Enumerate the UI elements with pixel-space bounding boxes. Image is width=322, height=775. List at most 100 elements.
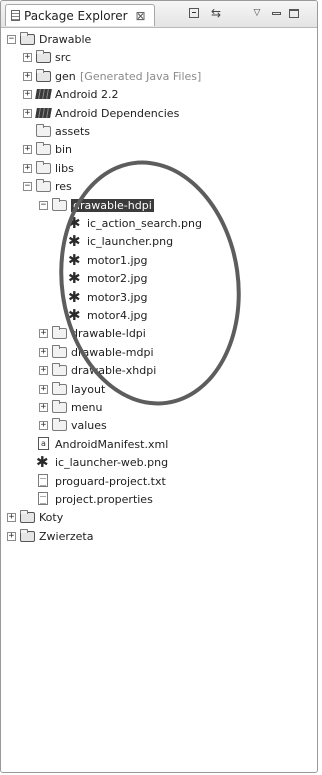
tree-item[interactable]: + Android Dependencies (1, 105, 317, 122)
expand-icon[interactable]: + (39, 421, 48, 431)
folder-icon (52, 363, 67, 377)
tree-item-label: values (71, 419, 107, 433)
folder-icon (52, 197, 67, 211)
tree-item-label: ic_action_search.png (87, 217, 202, 230)
tree-item[interactable]: proguard-project.txt (1, 473, 317, 490)
minimize-icon[interactable] (269, 7, 283, 19)
tree-item-label: bin (55, 143, 73, 157)
tree-item-label: drawable-hdpi (71, 198, 154, 212)
expand-icon[interactable]: + (39, 384, 48, 394)
project-tree: − Drawable + src + gen [Generated Java Files] +… (1, 31, 317, 772)
tree-item[interactable]: ✱ motor2.jpg (1, 270, 317, 287)
tree-item-label: layout (71, 382, 106, 396)
expand-icon[interactable]: + (23, 71, 32, 81)
tree-item[interactable]: − Drawable (1, 31, 317, 48)
package-folder-icon (36, 50, 51, 64)
tree-item[interactable]: + drawable-mdpi (1, 344, 317, 361)
tree-item-label: drawable-mdpi (71, 345, 154, 359)
tree-item[interactable]: + libs (1, 160, 317, 177)
tree-item[interactable]: project.properties (1, 491, 317, 508)
tree-item-label: motor2.jpg (87, 272, 148, 286)
tree-item-label: AndroidManifest.xml (55, 437, 169, 451)
folder-icon (36, 179, 51, 193)
close-icon[interactable]: ⊠ (136, 9, 146, 23)
tree-item-label: src (55, 51, 72, 65)
link-with-editor-icon[interactable]: ⇆ (209, 6, 223, 20)
image-file-icon: ✱ (68, 232, 81, 251)
tree-item[interactable]: + menu (1, 399, 317, 416)
tree-item[interactable]: + gen [Generated Java Files] (1, 68, 317, 85)
tree-item-label: ic_launcher.png (87, 235, 174, 249)
tab-package-explorer[interactable]: Package Explorer ⊠ (5, 4, 155, 26)
image-file-icon: ✱ (36, 453, 49, 472)
tree-item[interactable]: + Koty (1, 509, 317, 526)
tree-item[interactable]: + drawable-ldpi (1, 325, 317, 342)
image-file-icon: ✱ (68, 214, 81, 232)
tree-item[interactable]: assets (1, 123, 317, 140)
folder-icon (36, 160, 51, 174)
tree-item-label: motor3.jpg (87, 290, 148, 304)
expand-icon[interactable]: + (7, 531, 16, 541)
folder-icon (36, 124, 51, 137)
expand-icon[interactable]: + (23, 53, 32, 63)
tree-item[interactable]: + Android 2.2 (1, 86, 317, 103)
expand-icon[interactable]: + (39, 403, 48, 412)
tree-item[interactable]: ✱ ic_launcher.png (1, 233, 317, 250)
folder-icon (52, 400, 67, 413)
expand-icon[interactable]: + (23, 108, 32, 118)
tree-item-label: project.properties (55, 493, 153, 506)
tree-item-label: Drawable (39, 33, 92, 46)
tree-item-label: ic_launcher-web.png (55, 456, 169, 470)
maximize-icon[interactable] (287, 7, 301, 19)
tree-item[interactable]: + layout (1, 381, 317, 398)
view-header: Package Explorer ⊠ ⇆ ▽ (1, 1, 317, 28)
view-menu-icon[interactable]: ▽ (250, 7, 264, 19)
folder-icon (52, 326, 67, 340)
tree-item-label: menu (71, 401, 103, 414)
tree-item[interactable]: ✱ motor3.jpg (1, 289, 317, 306)
expand-icon[interactable]: + (23, 90, 32, 100)
tree-item[interactable]: ✱ motor1.jpg (1, 252, 317, 269)
tree-item[interactable]: + Zwierzeta (1, 528, 317, 545)
tree-item-label: assets (55, 125, 91, 138)
tree-item-label: libs (55, 161, 74, 175)
tree-item[interactable]: a AndroidManifest.xml (1, 436, 317, 453)
tree-item-label: drawable-ldpi (71, 327, 146, 341)
expand-icon[interactable]: + (23, 163, 32, 173)
expand-icon[interactable]: + (7, 513, 16, 523)
folder-icon (52, 418, 67, 432)
expand-icon[interactable]: + (39, 329, 48, 339)
tree-item[interactable]: ✱ ic_action_search.png (1, 215, 317, 232)
tree-item[interactable]: + bin (1, 141, 317, 158)
tree-item-label: res (55, 180, 72, 194)
tab-title: Package Explorer (24, 8, 128, 23)
collapse-icon[interactable]: − (39, 200, 48, 210)
tree-item[interactable]: + values (1, 417, 317, 434)
tree-item-label: Android 2.2 (55, 88, 119, 102)
tree-item[interactable]: ✱ ic_launcher-web.png (1, 454, 317, 471)
collapse-icon[interactable]: − (7, 35, 16, 44)
image-file-icon: ✱ (68, 287, 81, 306)
tree-item-label: Android Dependencies (55, 106, 180, 120)
tree-item[interactable]: − drawable-hdpi (1, 197, 317, 214)
expand-icon[interactable]: + (39, 347, 48, 357)
expand-icon[interactable]: + (39, 366, 48, 376)
tree-item[interactable]: + src (1, 49, 317, 66)
xml-file-icon: a (38, 436, 49, 450)
expand-icon[interactable]: + (23, 145, 32, 155)
tree-item-label: drawable-xhdpi (71, 364, 157, 378)
tree-item-label: proguard-project.txt (55, 474, 166, 488)
collapse-all-icon[interactable] (187, 7, 201, 19)
package-explorer-panel: Package Explorer ⊠ ⇆ ▽ − Drawable + src + gen… (0, 0, 318, 773)
text-file-icon (38, 492, 48, 505)
package-folder-icon (36, 68, 51, 82)
tree-item[interactable]: + drawable-xhdpi (1, 362, 317, 379)
tree-item-decoration: [Generated Java Files] (80, 69, 202, 83)
text-file-icon (38, 473, 48, 487)
collapse-icon[interactable]: − (23, 182, 32, 192)
tree-item-label: Koty (39, 511, 64, 525)
tree-item-label: motor4.jpg (87, 309, 148, 322)
tree-item[interactable]: ✱ motor4.jpg (1, 307, 317, 324)
image-file-icon: ✱ (68, 250, 81, 269)
tree-item[interactable]: − res (1, 178, 317, 195)
